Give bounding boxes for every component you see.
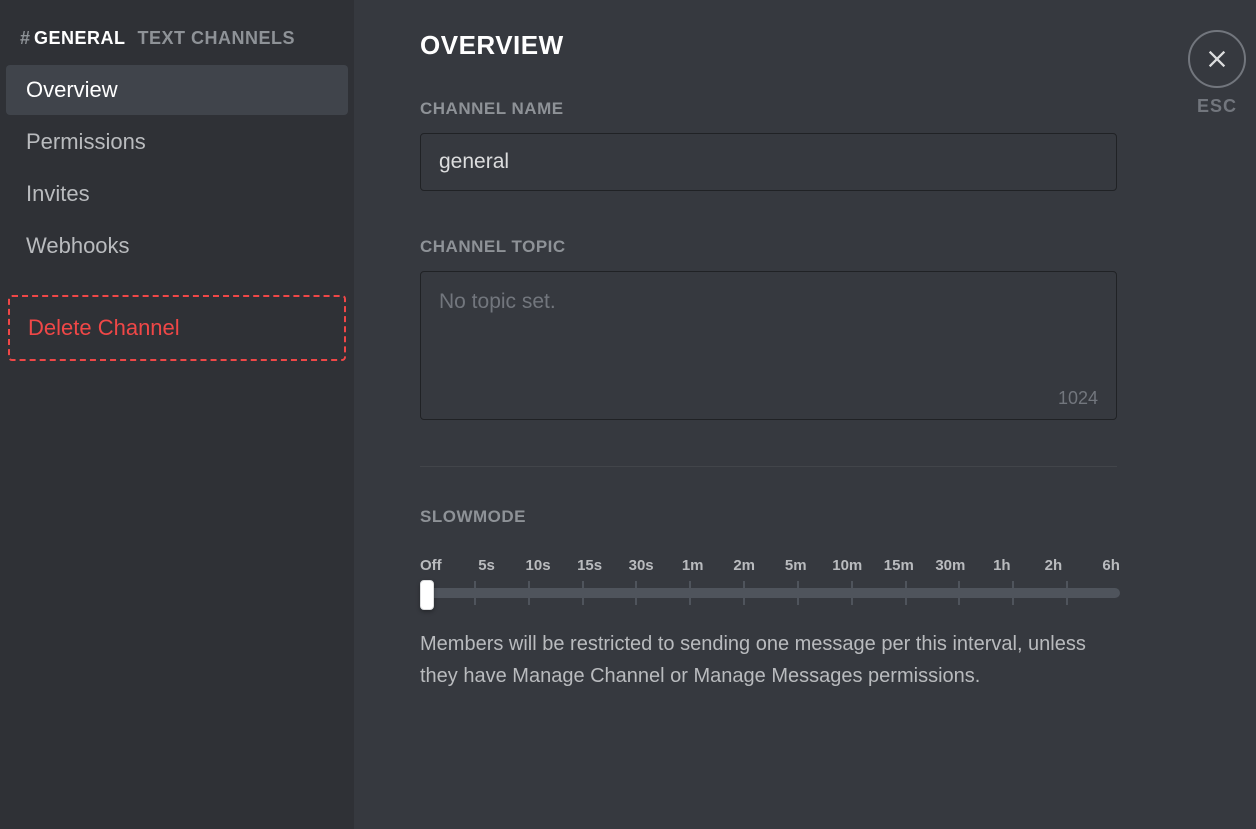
channel-topic-wrapper: 1024: [420, 271, 1117, 420]
close-button[interactable]: [1188, 30, 1246, 88]
slowmode-section: SLOWMODE Off 5s 10s 15s 30s 1m 2m 5m 10m…: [420, 507, 1216, 692]
sidebar-channel-category: TEXT CHANNELS: [138, 28, 296, 49]
settings-main: OVERVIEW CHANNEL NAME CHANNEL TOPIC 1024…: [354, 0, 1256, 829]
slowmode-tick-labels: Off 5s 10s 15s 30s 1m 2m 5m 10m 15m 30m …: [420, 557, 1120, 574]
sidebar-item-label: Invites: [26, 181, 90, 206]
sidebar-item-invites[interactable]: Invites: [6, 169, 348, 219]
slowmode-tick-label: Off: [420, 557, 450, 574]
hash-icon: #: [20, 28, 30, 49]
slowmode-handle[interactable]: [420, 580, 434, 610]
sidebar-item-permissions[interactable]: Permissions: [6, 117, 348, 167]
slowmode-tick-label: 30s: [626, 557, 656, 574]
slowmode-slider: Off 5s 10s 15s 30s 1m 2m 5m 10m 15m 30m …: [420, 557, 1120, 598]
sidebar-item-delete-channel[interactable]: Delete Channel: [8, 295, 346, 361]
slowmode-tick-label: 15s: [575, 557, 605, 574]
channel-topic-charcount: 1024: [1058, 388, 1098, 409]
slowmode-tick-label: 6h: [1090, 557, 1120, 574]
channel-topic-label: CHANNEL TOPIC: [420, 237, 1216, 257]
close-wrapper: ESC: [1188, 30, 1246, 117]
page-title: OVERVIEW: [420, 30, 1216, 61]
slowmode-tick-label: 1m: [678, 557, 708, 574]
slowmode-tick-label: 1h: [987, 557, 1017, 574]
slowmode-label: SLOWMODE: [420, 507, 1216, 527]
slowmode-tick-label: 5m: [781, 557, 811, 574]
channel-name-section: CHANNEL NAME: [420, 99, 1216, 191]
slowmode-tick-label: 2h: [1038, 557, 1068, 574]
sidebar-item-label: Overview: [26, 77, 118, 102]
sidebar-item-webhooks[interactable]: Webhooks: [6, 221, 348, 271]
slowmode-tick-label: 10m: [832, 557, 862, 574]
slowmode-help-text: Members will be restricted to sending on…: [420, 628, 1120, 692]
sidebar-item-label: Webhooks: [26, 233, 130, 258]
slowmode-tick-label: 10s: [523, 557, 553, 574]
sidebar-item-overview[interactable]: Overview: [6, 65, 348, 115]
settings-sidebar: # GENERAL TEXT CHANNELS Overview Permiss…: [0, 0, 354, 829]
close-icon: [1206, 48, 1228, 70]
channel-name-input[interactable]: [420, 133, 1117, 191]
sidebar-item-label: Delete Channel: [28, 315, 180, 340]
section-divider: [420, 466, 1117, 467]
sidebar-item-label: Permissions: [26, 129, 146, 154]
channel-topic-input[interactable]: [421, 272, 1116, 414]
slowmode-tick-label: 30m: [935, 557, 965, 574]
slowmode-tick-label: 15m: [884, 557, 914, 574]
channel-topic-section: CHANNEL TOPIC 1024: [420, 237, 1216, 420]
esc-label: ESC: [1197, 96, 1237, 117]
slowmode-tick-label: 2m: [729, 557, 759, 574]
slowmode-track[interactable]: [420, 588, 1120, 598]
channel-name-label: CHANNEL NAME: [420, 99, 1216, 119]
sidebar-channel-name: GENERAL: [34, 28, 126, 49]
slowmode-tick-label: 5s: [472, 557, 502, 574]
sidebar-header: # GENERAL TEXT CHANNELS: [0, 28, 354, 63]
